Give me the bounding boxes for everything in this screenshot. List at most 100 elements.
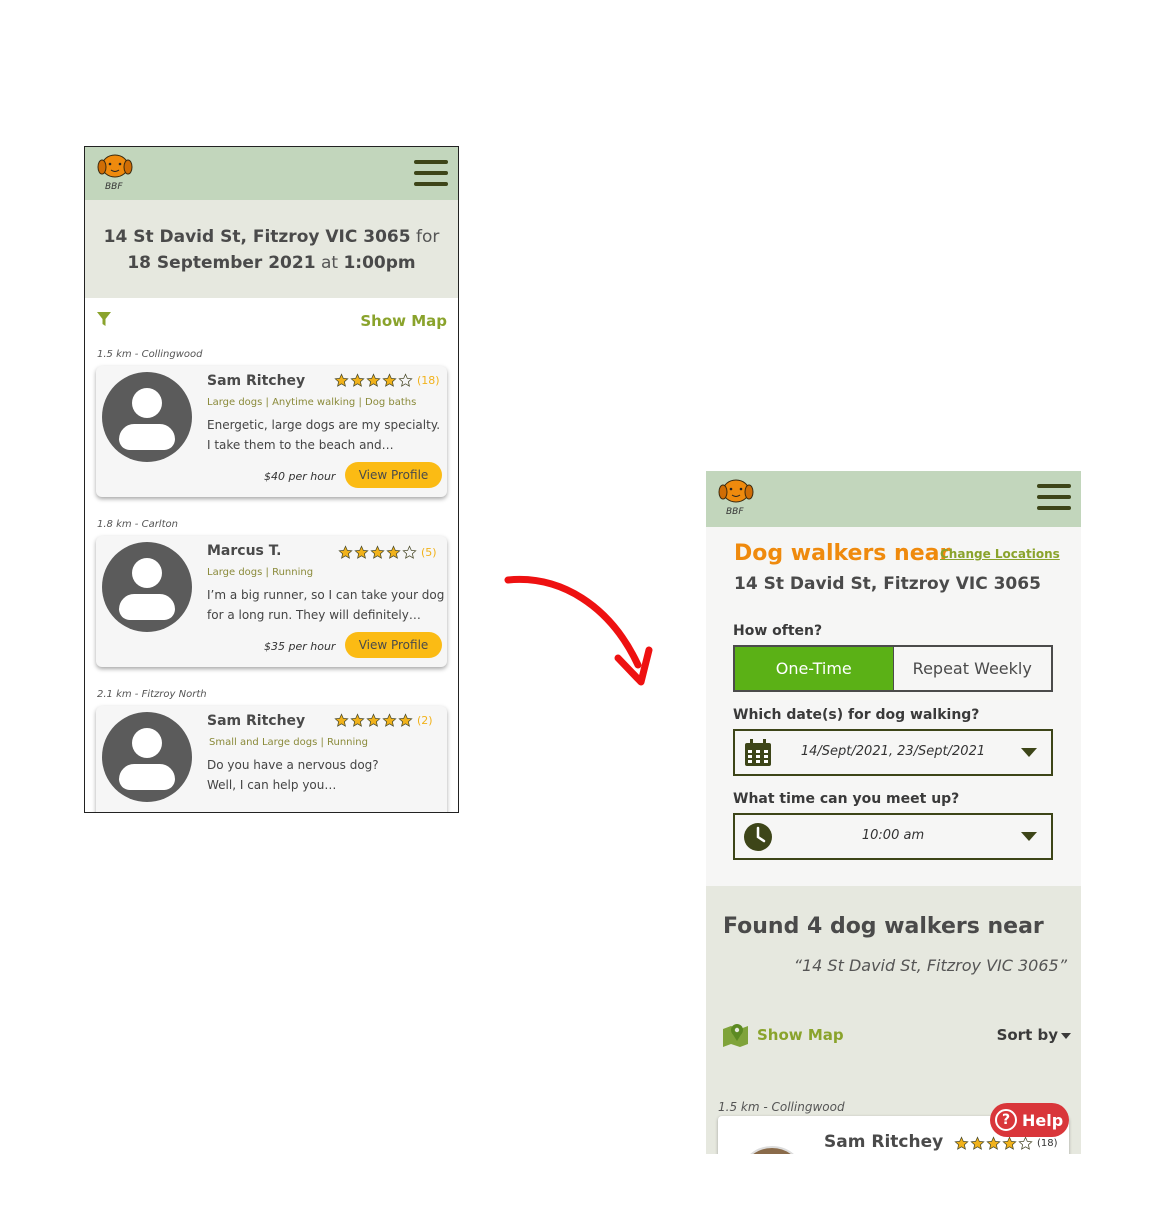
show-map-link[interactable]: Show Map	[360, 312, 447, 330]
show-map-button[interactable]: Show Map	[722, 1022, 844, 1047]
results-title: Found 4 dog walkers near	[723, 914, 1044, 939]
search-at-word: at	[320, 253, 339, 273]
search-address: 14 St David St, Fitzroy VIC 3065	[103, 227, 411, 247]
time-dropdown[interactable]: 10:00 am	[733, 813, 1053, 860]
chevron-down-icon	[1021, 748, 1037, 757]
walker-name: Marcus T.	[207, 543, 282, 559]
star-filled-icon	[1002, 1136, 1017, 1150]
change-locations-link[interactable]: Change Locations	[940, 547, 1060, 561]
star-rating: (5)	[338, 545, 437, 560]
time-value: 10:00 am	[861, 828, 925, 843]
walker-list-item: 1.8 km - Carlton Marcus T. (5) Large dog…	[85, 514, 458, 684]
walker-price: $35 per hour	[264, 640, 336, 653]
walker-photo	[738, 1146, 806, 1154]
star-filled-icon	[338, 545, 353, 559]
dates-dropdown[interactable]: 14/Sept/2021, 23/Sept/2021	[733, 729, 1053, 776]
star-filled-icon	[366, 713, 381, 727]
walker-name: Sam Ritchey	[824, 1132, 944, 1152]
caret-down-icon	[1061, 1032, 1071, 1039]
star-filled-icon	[366, 373, 381, 387]
star-filled-icon	[370, 545, 385, 559]
walker-bio: Energetic, large dogs are my specialty. …	[207, 418, 441, 452]
hamburger-menu-icon[interactable]	[1037, 484, 1071, 512]
star-rating: (2)	[334, 713, 433, 728]
logo-text: BBF	[105, 182, 123, 192]
star-empty-icon	[398, 373, 413, 387]
one-time-option[interactable]: One-Time	[735, 647, 893, 690]
star-empty-icon	[1018, 1136, 1033, 1150]
review-count: (18)	[417, 374, 440, 387]
walker-bio: I’m a big runner, so I can take your dog…	[207, 588, 445, 622]
walker-list-item: 1.5 km - Collingwood Sam Ritchey (18) La…	[85, 344, 458, 514]
walker-card[interactable]: Sam Ritchey (2) Small and Large dogs | R…	[96, 706, 447, 812]
avatar-placeholder-icon	[102, 372, 192, 462]
filter-icon[interactable]	[96, 311, 112, 327]
logo-text: BBF	[726, 507, 744, 517]
walker-distance: 1.5 km - Collingwood	[718, 1100, 845, 1114]
view-profile-button[interactable]: View Profile	[345, 632, 442, 658]
star-filled-icon	[398, 713, 413, 727]
search-for-word: for	[415, 227, 440, 247]
star-filled-icon	[334, 713, 349, 727]
star-filled-icon	[350, 373, 365, 387]
map-pin-icon	[723, 1024, 748, 1047]
help-label: Help	[1022, 1110, 1064, 1130]
star-filled-icon	[382, 373, 397, 387]
show-map-label: Show Map	[757, 1025, 844, 1044]
star-filled-icon	[986, 1136, 1001, 1150]
star-filled-icon	[354, 545, 369, 559]
review-count: (2)	[417, 714, 433, 727]
search-form: Dog walkers near Change Locations 14 St …	[706, 527, 1081, 886]
dates-value: 14/Sept/2021, 23/Sept/2021	[800, 744, 986, 759]
sort-by-label: Sort by	[996, 1026, 1058, 1044]
search-summary: 14 St David St, Fitzroy VIC 3065 for 18 …	[85, 200, 458, 298]
star-filled-icon	[350, 713, 365, 727]
view-profile-button[interactable]: View Profile	[345, 462, 442, 488]
phone-left-screen: BBF 14 St David St, Fitzroy VIC 3065 for…	[84, 146, 459, 813]
phone-right-screen: BBF Dog walkers near Change Locations 14…	[706, 471, 1081, 1154]
walker-distance: 2.1 km - Fitzroy North	[97, 689, 207, 700]
walker-list-item: 2.1 km - Fitzroy North Sam Ritchey (2) S…	[85, 684, 458, 812]
star-empty-icon	[402, 545, 417, 559]
walker-distance: 1.5 km - Collingwood	[97, 349, 203, 360]
search-date: 18 September 2021	[127, 253, 316, 273]
star-filled-icon	[954, 1136, 969, 1150]
repeat-weekly-option[interactable]: Repeat Weekly	[892, 647, 1051, 690]
dog-logo-icon[interactable]: BBF	[716, 478, 756, 518]
transition-arrow-icon	[504, 575, 653, 686]
walker-bio: Do you have a nervous dog? Well, I can h…	[207, 758, 379, 792]
walker-name: Sam Ritchey	[207, 713, 306, 729]
review-count: (18)	[1037, 1138, 1058, 1149]
frequency-toggle: One-Time Repeat Weekly	[733, 645, 1053, 692]
review-count: (5)	[421, 546, 437, 559]
app-header: BBF	[85, 147, 458, 200]
star-filled-icon	[382, 713, 397, 727]
dog-logo-icon[interactable]: BBF	[95, 153, 135, 193]
dates-label: Which date(s) for dog walking?	[733, 707, 980, 723]
star-filled-icon	[334, 373, 349, 387]
star-filled-icon	[386, 545, 401, 559]
app-header: BBF	[706, 471, 1081, 527]
avatar-placeholder-icon	[102, 712, 192, 802]
sort-by-dropdown[interactable]: Sort by	[997, 1026, 1071, 1044]
how-often-label: How often?	[733, 623, 823, 639]
walker-name: Sam Ritchey	[207, 373, 306, 389]
walker-price: $40 per hour	[264, 470, 336, 483]
chevron-down-icon	[1021, 832, 1037, 841]
star-rating: (18)	[334, 373, 440, 388]
walker-distance: 1.8 km - Carlton	[97, 519, 178, 530]
help-question-icon: ?	[995, 1109, 1017, 1131]
avatar-placeholder-icon	[102, 542, 192, 632]
walker-tags: Large dogs | Running	[207, 567, 314, 578]
hamburger-menu-icon[interactable]	[414, 160, 448, 188]
walker-card[interactable]: Sam Ritchey (18) Large dogs | Anytime wa…	[96, 366, 447, 497]
star-filled-icon	[970, 1136, 985, 1150]
filter-row: Show Map	[85, 298, 458, 344]
search-address: 14 St David St, Fitzroy VIC 3065	[734, 574, 1041, 594]
page-title: Dog walkers near	[734, 541, 951, 566]
star-rating: (18)	[954, 1136, 1058, 1151]
walker-card[interactable]: Marcus T. (5) Large dogs | Running I’m a…	[96, 536, 447, 667]
search-time: 1:00pm	[343, 253, 416, 273]
help-button[interactable]: ? Help	[990, 1103, 1069, 1137]
time-label: What time can you meet up?	[733, 791, 960, 807]
